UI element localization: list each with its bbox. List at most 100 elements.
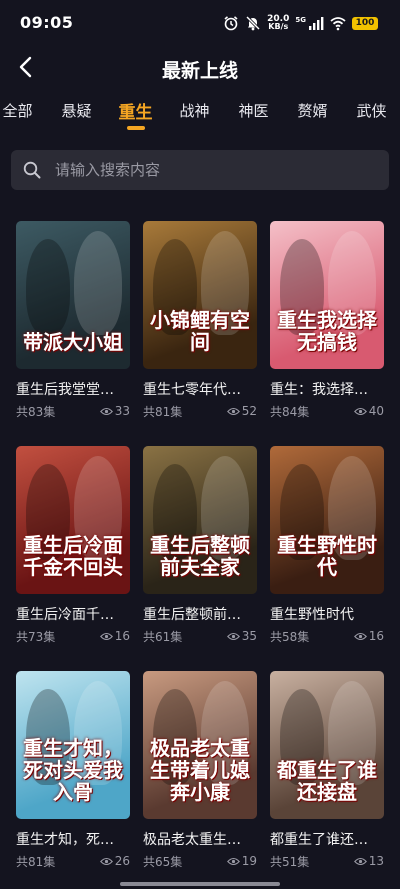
poster-image[interactable]: 重生野性时代: [270, 446, 384, 594]
drama-meta: 共73集 16: [16, 628, 130, 644]
poster-title-art: 极品老太重生带着儿媳奔小康: [150, 736, 250, 804]
poster-title-art: 带派大小姐: [23, 330, 123, 354]
drama-meta: 共83集 33: [16, 403, 130, 419]
poster-image[interactable]: 都重生了谁还接盘: [270, 671, 384, 819]
episode-count: 共73集: [16, 629, 56, 644]
view-count-value: 13: [368, 854, 384, 868]
drama-title[interactable]: 重生后整顿前…: [143, 606, 257, 624]
episode-count: 共81集: [143, 404, 183, 419]
eye-icon: [353, 632, 367, 640]
view-count: 16: [99, 629, 130, 643]
episode-count: 共51集: [270, 854, 310, 869]
eye-icon: [99, 632, 113, 640]
episode-count: 共84集: [270, 404, 310, 419]
status-bar: 09:05 20.0 KB/s 5G 100: [0, 0, 400, 46]
drama-title[interactable]: 重生：我选择…: [270, 381, 384, 399]
eye-icon: [99, 407, 113, 415]
search-input[interactable]: [55, 161, 355, 179]
eye-icon: [226, 857, 240, 865]
drama-title[interactable]: 重生后我堂堂…: [16, 381, 130, 399]
poster-figure-right: [74, 231, 122, 335]
status-icons: 20.0 KB/s 5G 100: [223, 14, 378, 32]
poster-image[interactable]: 小锦鲤有空间: [143, 221, 257, 369]
eye-icon: [226, 407, 240, 415]
drama-meta: 共84集 40: [270, 403, 384, 419]
drama-grid: 带派大小姐重生后我堂堂… 共83集 33 小锦鲤有空间重生七零年代… 共81集 52 重生我…: [16, 221, 386, 889]
poster-image[interactable]: 带派大小姐: [16, 221, 130, 369]
poster-image[interactable]: 重生后冷面千金不回头: [16, 446, 130, 594]
episode-count: 共81集: [16, 854, 56, 869]
episode-count: 共65集: [143, 854, 183, 869]
header: 最新上线: [0, 48, 400, 88]
tab-son-in-law[interactable]: 赘婿: [283, 96, 342, 121]
tab-martial-arts[interactable]: 武侠: [342, 96, 400, 121]
episode-count: 共83集: [16, 404, 56, 419]
alarm-icon: [224, 16, 238, 31]
drama-card[interactable]: 小锦鲤有空间重生七零年代… 共81集 52: [143, 221, 257, 446]
poster-image[interactable]: 重生我选择无搞钱: [270, 221, 384, 369]
status-time: 09:05: [20, 13, 74, 32]
poster-image[interactable]: 重生才知，死对头爱我入骨: [16, 671, 130, 819]
view-count: 16: [353, 629, 384, 643]
drama-card[interactable]: 重生后冷面千金不回头重生后冷面千… 共73集 16: [16, 446, 130, 671]
eye-icon: [99, 857, 113, 865]
battery-level: 100: [355, 18, 375, 28]
eye-icon: [353, 407, 367, 415]
view-count-value: 16: [368, 629, 384, 643]
poster-title-art: 重生才知，死对头爱我入骨: [23, 736, 123, 804]
drama-card[interactable]: 极品老太重生带着儿媳奔小康极品老太重生… 共65集 19: [143, 671, 257, 889]
drama-title[interactable]: 都重生了谁还…: [270, 831, 384, 849]
tab-divine-doctor[interactable]: 神医: [224, 96, 283, 121]
drama-card[interactable]: 重生才知，死对头爱我入骨重生才知，死… 共81集 26: [16, 671, 130, 889]
eye-icon: [226, 632, 240, 640]
battery-icon: 100: [352, 16, 378, 30]
wifi-icon: [330, 17, 346, 31]
view-count: 40: [353, 404, 384, 418]
view-count-value: 19: [241, 854, 257, 868]
signal-label: 5G: [295, 16, 306, 24]
poster-image[interactable]: 极品老太重生带着儿媳奔小康: [143, 671, 257, 819]
drama-title[interactable]: 重生野性时代: [270, 606, 384, 624]
net-speed: 20.0 KB/s: [267, 15, 289, 31]
search-box[interactable]: [11, 150, 389, 190]
drama-meta: 共61集 35: [143, 628, 257, 644]
page-title: 最新上线: [161, 60, 238, 82]
tab-suspense[interactable]: 悬疑: [47, 96, 106, 121]
view-count: 26: [99, 854, 130, 868]
view-count: 35: [226, 629, 257, 643]
tab-war-god[interactable]: 战神: [165, 96, 224, 121]
drama-card[interactable]: 带派大小姐重生后我堂堂… 共83集 33: [16, 221, 130, 446]
poster-title-art: 重生野性时代: [277, 533, 377, 579]
view-count-value: 33: [114, 404, 130, 418]
drama-title[interactable]: 重生后冷面千…: [16, 606, 130, 624]
drama-card[interactable]: 重生后整顿前夫全家重生后整顿前… 共61集 35: [143, 446, 257, 671]
drama-card[interactable]: 重生我选择无搞钱重生：我选择… 共84集 40: [270, 221, 384, 446]
drama-meta: 共51集 13: [270, 853, 384, 869]
home-indicator[interactable]: [120, 882, 280, 886]
episode-count: 共58集: [270, 629, 310, 644]
tab-all[interactable]: 全部: [0, 96, 47, 121]
drama-card[interactable]: 都重生了谁还接盘都重生了谁还… 共51集 13: [270, 671, 384, 889]
view-count-value: 52: [241, 404, 257, 418]
drama-meta: 共81集 52: [143, 403, 257, 419]
poster-title-art: 小锦鲤有空间: [150, 308, 250, 354]
view-count-value: 35: [241, 629, 257, 643]
drama-title[interactable]: 重生七零年代…: [143, 381, 257, 399]
view-count: 52: [226, 404, 257, 418]
drama-card[interactable]: 重生野性时代 重生野性时代 共58集 16: [270, 446, 384, 671]
tab-rebirth[interactable]: 重生: [106, 96, 165, 130]
view-count: 13: [353, 854, 384, 868]
drama-meta: 共81集 26: [16, 853, 130, 869]
episode-count: 共61集: [143, 629, 183, 644]
drama-title[interactable]: 极品老太重生…: [143, 831, 257, 849]
drama-title[interactable]: 重生才知，死…: [16, 831, 130, 849]
drama-meta: 共65集 19: [143, 853, 257, 869]
signal-icon: [309, 17, 324, 30]
poster-image[interactable]: 重生后整顿前夫全家: [143, 446, 257, 594]
view-count-value: 26: [114, 854, 130, 868]
view-count: 19: [226, 854, 257, 868]
search-icon: [23, 161, 41, 179]
poster-figure-left: [26, 239, 70, 335]
drama-meta: 共58集 16: [270, 628, 384, 644]
view-count-value: 16: [114, 629, 130, 643]
